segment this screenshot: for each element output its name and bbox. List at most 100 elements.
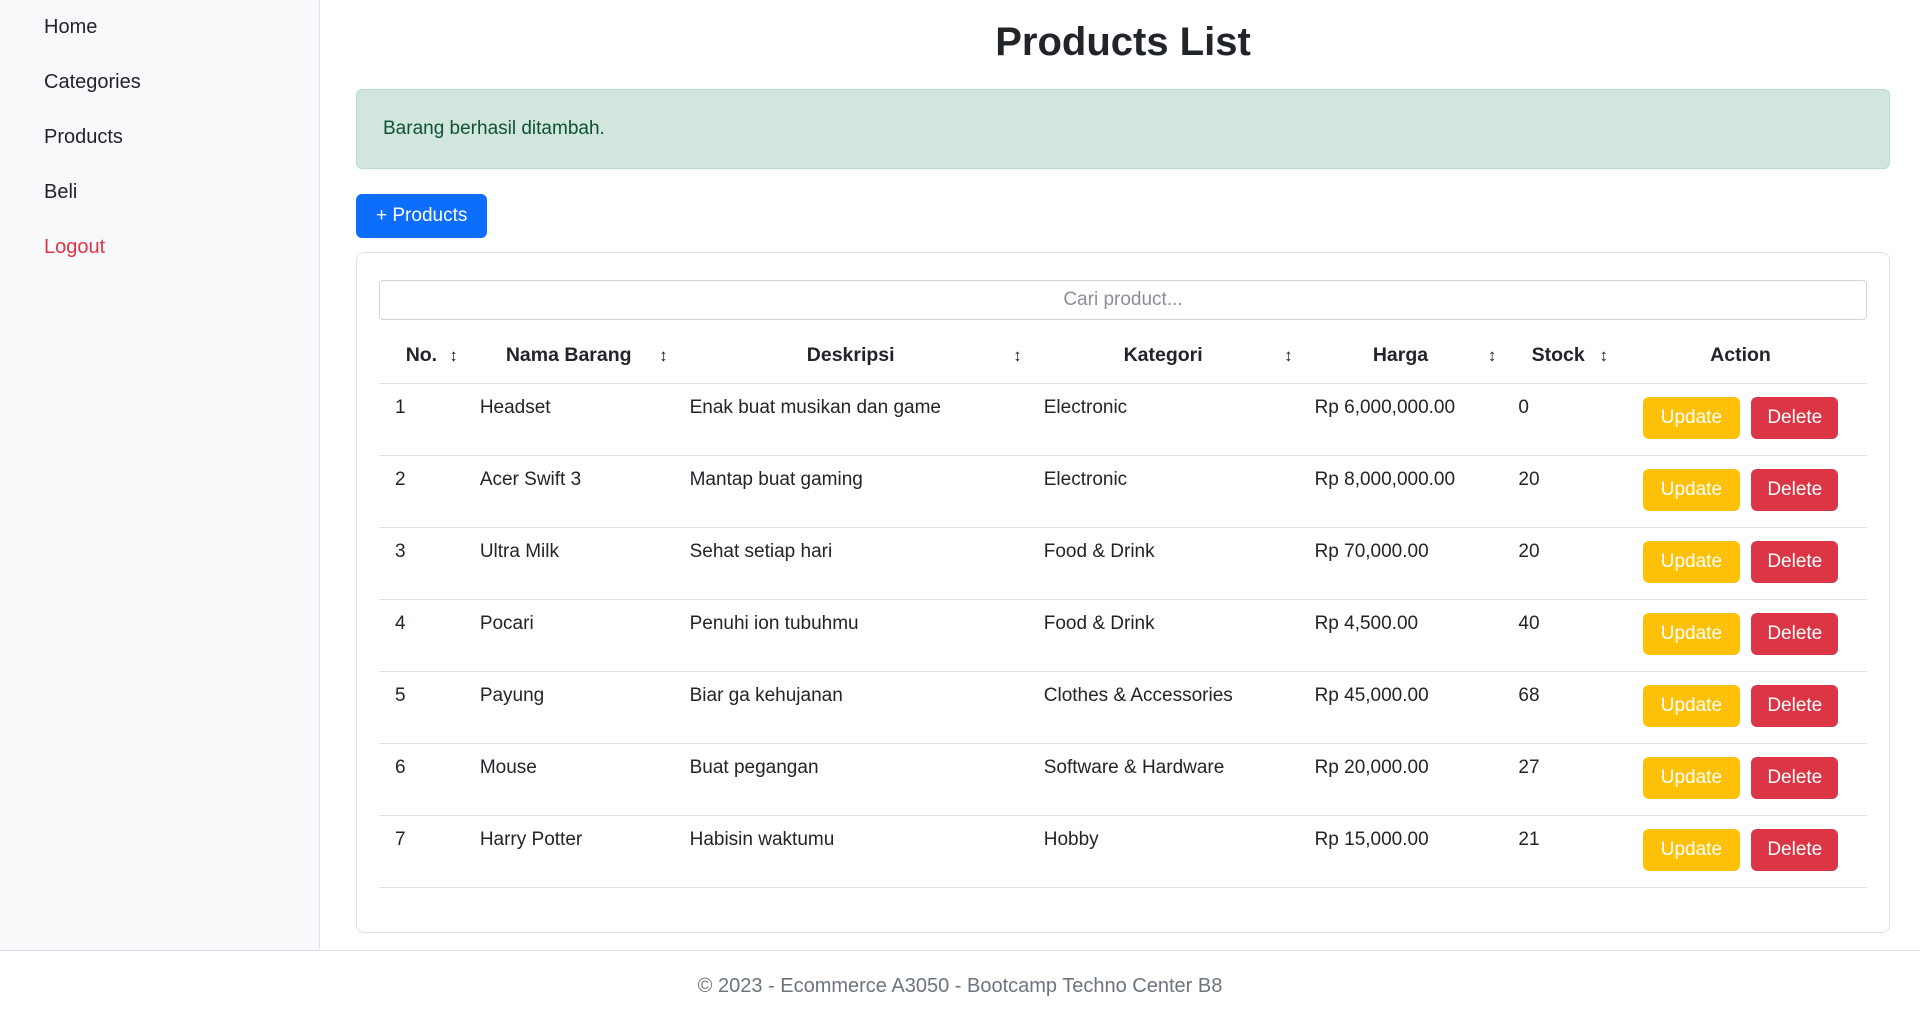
cell-deskripsi: Penuhi ion tubuhmu xyxy=(674,600,1028,672)
cell-deskripsi: Biar ga kehujanan xyxy=(674,672,1028,744)
cell-deskripsi: Mantap buat gaming xyxy=(674,456,1028,528)
delete-button[interactable]: Delete xyxy=(1751,757,1838,799)
cell-action: Update Delete xyxy=(1614,456,1867,528)
cell-kategori: Food & Drink xyxy=(1028,600,1299,672)
main-content: Products List Barang berhasil ditambah. … xyxy=(320,0,1920,950)
sidebar-item-categories[interactable]: Categories xyxy=(0,55,319,110)
column-header-label: Harga xyxy=(1373,344,1428,366)
cell-harga: Rp 8,000,000.00 xyxy=(1299,456,1503,528)
table-body: 1 Headset Enak buat musikan dan game Ele… xyxy=(379,384,1867,888)
table-row: 3 Ultra Milk Sehat setiap hari Food & Dr… xyxy=(379,528,1867,600)
update-button[interactable]: Update xyxy=(1643,397,1740,439)
column-header-deskripsi[interactable]: Deskripsi ↕ xyxy=(674,328,1028,384)
column-header-nama-barang[interactable]: Nama Barang ↕ xyxy=(464,328,674,384)
cell-kategori: Clothes & Accessories xyxy=(1028,672,1299,744)
column-header-label: Stock xyxy=(1532,344,1585,366)
cell-harga: Rp 45,000.00 xyxy=(1299,672,1503,744)
sidebar-item-home[interactable]: Home xyxy=(0,0,319,55)
cell-nama-barang: Pocari xyxy=(464,600,674,672)
column-header-action: Action xyxy=(1614,328,1867,384)
sidebar-item-label: Beli xyxy=(44,181,77,203)
cell-kategori: Food & Drink xyxy=(1028,528,1299,600)
footer-text: © 2023 - Ecommerce A3050 - Bootcamp Tech… xyxy=(698,975,1223,997)
cell-deskripsi: Habisin waktumu xyxy=(674,816,1028,888)
cell-stock: 0 xyxy=(1502,384,1614,456)
cell-stock: 20 xyxy=(1502,528,1614,600)
cell-no: 3 xyxy=(379,528,464,600)
sidebar-item-label: Logout xyxy=(44,236,105,258)
cell-action: Update Delete xyxy=(1614,600,1867,672)
delete-button[interactable]: Delete xyxy=(1751,469,1838,511)
search-input[interactable] xyxy=(379,280,1867,320)
products-table: No. ↕ Nama Barang ↕ Deskripsi ↕ Kategori… xyxy=(379,328,1867,888)
cell-action: Update Delete xyxy=(1614,528,1867,600)
cell-stock: 20 xyxy=(1502,456,1614,528)
cell-nama-barang: Acer Swift 3 xyxy=(464,456,674,528)
table-row: 7 Harry Potter Habisin waktumu Hobby Rp … xyxy=(379,816,1867,888)
cell-harga: Rp 6,000,000.00 xyxy=(1299,384,1503,456)
cell-action: Update Delete xyxy=(1614,816,1867,888)
update-button[interactable]: Update xyxy=(1643,757,1740,799)
sort-updown-icon: ↕ xyxy=(1013,346,1022,366)
app-window: Home Categories Products Beli Logout Pro… xyxy=(0,0,1920,1020)
cell-nama-barang: Harry Potter xyxy=(464,816,674,888)
delete-button[interactable]: Delete xyxy=(1751,397,1838,439)
sort-updown-icon: ↕ xyxy=(1600,346,1609,366)
cell-no: 2 xyxy=(379,456,464,528)
sidebar-item-logout[interactable]: Logout xyxy=(0,220,319,275)
column-header-harga[interactable]: Harga ↕ xyxy=(1299,328,1503,384)
column-header-kategori[interactable]: Kategori ↕ xyxy=(1028,328,1299,384)
cell-no: 6 xyxy=(379,744,464,816)
sidebar-item-beli[interactable]: Beli xyxy=(0,165,319,220)
cell-deskripsi: Enak buat musikan dan game xyxy=(674,384,1028,456)
cell-deskripsi: Sehat setiap hari xyxy=(674,528,1028,600)
column-header-label: Deskripsi xyxy=(807,344,895,366)
column-header-label: Nama Barang xyxy=(506,344,632,366)
table-row: 4 Pocari Penuhi ion tubuhmu Food & Drink… xyxy=(379,600,1867,672)
sidebar-item-products[interactable]: Products xyxy=(0,110,319,165)
delete-button[interactable]: Delete xyxy=(1751,829,1838,871)
cell-action: Update Delete xyxy=(1614,744,1867,816)
cell-no: 4 xyxy=(379,600,464,672)
cell-harga: Rp 4,500.00 xyxy=(1299,600,1503,672)
table-row: 6 Mouse Buat pegangan Software & Hardwar… xyxy=(379,744,1867,816)
cell-kategori: Hobby xyxy=(1028,816,1299,888)
cell-no: 5 xyxy=(379,672,464,744)
sort-updown-icon: ↕ xyxy=(1488,346,1497,366)
sidebar-item-label: Products xyxy=(44,126,123,148)
cell-harga: Rp 15,000.00 xyxy=(1299,816,1503,888)
cell-nama-barang: Ultra Milk xyxy=(464,528,674,600)
column-header-stock[interactable]: Stock ↕ xyxy=(1502,328,1614,384)
update-button[interactable]: Update xyxy=(1643,613,1740,655)
cell-action: Update Delete xyxy=(1614,672,1867,744)
delete-button[interactable]: Delete xyxy=(1751,685,1838,727)
table-header-row: No. ↕ Nama Barang ↕ Deskripsi ↕ Kategori… xyxy=(379,328,1867,384)
add-products-button[interactable]: + Products xyxy=(356,194,487,238)
update-button[interactable]: Update xyxy=(1643,541,1740,583)
column-header-no[interactable]: No. ↕ xyxy=(379,328,464,384)
page-body: Home Categories Products Beli Logout Pro… xyxy=(0,0,1920,950)
update-button[interactable]: Update xyxy=(1643,829,1740,871)
cell-stock: 27 xyxy=(1502,744,1614,816)
column-header-label: Kategori xyxy=(1124,344,1203,366)
success-alert: Barang berhasil ditambah. xyxy=(356,89,1890,169)
cell-no: 7 xyxy=(379,816,464,888)
cell-deskripsi: Buat pegangan xyxy=(674,744,1028,816)
cell-harga: Rp 70,000.00 xyxy=(1299,528,1503,600)
success-alert-text: Barang berhasil ditambah. xyxy=(383,118,605,139)
table-row: 2 Acer Swift 3 Mantap buat gaming Electr… xyxy=(379,456,1867,528)
column-header-label: No. xyxy=(406,344,437,366)
update-button[interactable]: Update xyxy=(1643,469,1740,511)
cell-stock: 21 xyxy=(1502,816,1614,888)
cell-nama-barang: Payung xyxy=(464,672,674,744)
sort-updown-icon: ↕ xyxy=(659,346,668,366)
cell-kategori: Electronic xyxy=(1028,384,1299,456)
cell-nama-barang: Mouse xyxy=(464,744,674,816)
sidebar: Home Categories Products Beli Logout xyxy=(0,0,320,950)
sort-updown-icon: ↕ xyxy=(1284,346,1293,366)
update-button[interactable]: Update xyxy=(1643,685,1740,727)
delete-button[interactable]: Delete xyxy=(1751,613,1838,655)
delete-button[interactable]: Delete xyxy=(1751,541,1838,583)
cell-no: 1 xyxy=(379,384,464,456)
products-card: No. ↕ Nama Barang ↕ Deskripsi ↕ Kategori… xyxy=(356,252,1890,933)
